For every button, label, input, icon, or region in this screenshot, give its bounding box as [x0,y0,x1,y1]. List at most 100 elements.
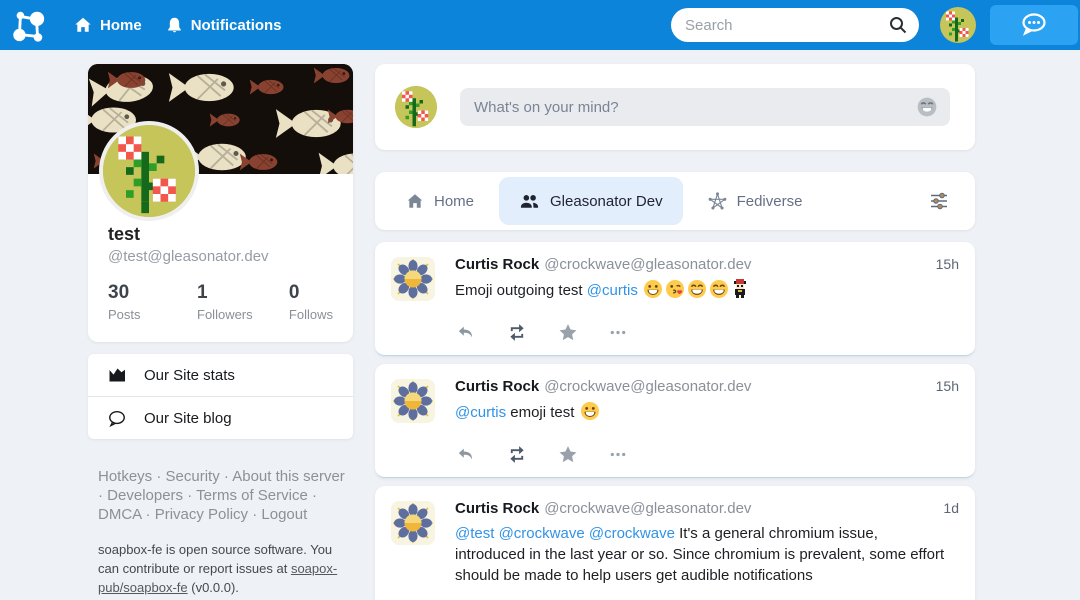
nav-home-label: Home [100,17,142,34]
profile-card: test @test@gleasonator.dev 30Posts1Follo… [88,64,353,342]
left-sidebar: test @test@gleasonator.dev 30Posts1Follo… [88,64,353,597]
stat-value: 0 [289,282,333,304]
footer-link-developers[interactable]: Developers [107,487,183,504]
star-button[interactable] [558,445,578,464]
sidebar-item-our-site-blog[interactable]: Our Site blog [88,397,353,439]
post-author-handle[interactable]: @crockwave@gleasonator.dev [544,378,751,395]
compose-card: What's on your mind? [375,64,975,150]
profile-handle: @test@gleasonator.dev [108,248,333,265]
sidebar-menu: Our Site stats Our Site blog [88,354,353,439]
compose-input[interactable]: What's on your mind? [460,88,950,126]
profile-stat-followers[interactable]: 1 Followers [197,282,289,322]
menu-item-label: Our Site blog [144,410,232,427]
stat-label: Posts [108,307,197,322]
search-icon[interactable] [888,15,908,40]
post-author-handle[interactable]: @crockwave@gleasonator.dev [544,256,751,273]
chat-button[interactable] [990,5,1078,45]
more-button[interactable] [608,445,628,464]
nav-links: Home Notifications [74,16,282,34]
compose-placeholder: What's on your mind? [474,99,916,116]
swirl-fish-avatar[interactable] [391,501,435,545]
mention-link[interactable]: @crockwave [499,525,585,542]
post[interactable]: Curtis Rock @crockwave@gleasonator.dev 15h… [375,364,975,478]
group-icon [519,192,540,210]
post-content: @test @crockwave @crockwave It's a gener… [455,523,959,586]
footer-about: soapbox-fe is open source software. You … [98,540,343,597]
post-author-name[interactable]: Curtis Rock [455,500,539,517]
mention-link[interactable]: @crockwave [589,525,675,542]
post-actions [455,321,959,343]
profile-stat-posts[interactable]: 30Posts [108,282,197,322]
post-timestamp[interactable]: 15h [936,256,959,272]
tab-label: Gleasonator Dev [550,193,663,210]
post-content: @curtis emoji test [455,401,959,427]
chat-bubble-icon [1019,12,1049,39]
composer-avatar[interactable] [395,86,437,128]
navbar-user-avatar[interactable] [940,7,976,43]
footer-link-dmca[interactable]: DMCA [98,506,141,523]
app-root: Home Notifications [0,0,1080,600]
bell-icon [166,16,183,34]
main-column: What's on your mind? Home Gleasonator Dev… [375,64,975,600]
footer-link-logout[interactable]: Logout [261,506,307,523]
beaming-emoji [709,279,729,305]
stat-label: Follows [289,307,333,322]
gleasonator-logo-icon[interactable] [8,5,48,45]
profile-avatar-large[interactable] [99,121,199,221]
sidebar-footer: Hotkeys · Security · About this server ·… [88,467,348,597]
footer-link-privacy-policy[interactable]: Privacy Policy [155,506,248,523]
boost-button[interactable] [506,323,528,342]
post-timestamp[interactable]: 1d [943,500,959,516]
post-header: Curtis Rock @crockwave@gleasonator.dev [455,256,959,274]
tune-sliders-icon[interactable] [929,191,949,211]
reply-button[interactable] [455,323,476,342]
post[interactable]: Curtis Rock @crockwave@gleasonator.dev 1d @… [375,486,975,600]
post-timestamp[interactable]: 15h [936,378,959,394]
nav-notifications[interactable]: Notifications [166,16,282,34]
mention-link[interactable]: @curtis [587,282,638,299]
search-input[interactable] [671,8,919,42]
reply-button[interactable] [455,445,476,464]
post-author-name[interactable]: Curtis Rock [455,378,539,395]
footer-link-hotkeys[interactable]: Hotkeys [98,468,152,485]
footer-version-text: (v0.0.0). [188,580,239,595]
profile-stats: 30Posts1 Followers0 Follows [108,282,333,322]
footer-link-terms-of-service[interactable]: Terms of Service [196,487,308,504]
mention-link[interactable]: @curtis [455,404,506,421]
profile-display-name[interactable]: test [108,224,333,245]
stat-value: 1 [197,282,289,304]
timeline: Curtis Rock @crockwave@gleasonator.dev 15h… [375,242,975,600]
tab-fediverse[interactable]: Fediverse [693,172,818,230]
home-icon [74,16,92,34]
swirl-fish-avatar[interactable] [391,257,435,301]
post-header: Curtis Rock @crockwave@gleasonator.dev [455,378,959,396]
footer-link-security[interactable]: Security [166,468,220,485]
post-author-name[interactable]: Curtis Rock [455,256,539,273]
speech-bubble-icon [107,409,127,428]
sidebar-item-our-site-stats[interactable]: Our Site stats [88,354,353,396]
search-box [671,8,919,42]
more-button[interactable] [608,323,628,342]
star-button[interactable] [558,323,578,342]
home-icon [406,192,424,210]
timeline-tabs: Home Gleasonator Dev Fediverse [375,172,975,230]
stat-label: Followers [197,307,289,322]
footer-link-about-this-server[interactable]: About this server [232,468,345,485]
swirl-fish-avatar[interactable] [391,379,435,423]
profile-stat-follows[interactable]: 0 Follows [289,282,333,322]
post-actions [455,443,959,465]
nav-home[interactable]: Home [74,16,142,34]
nav-notifications-label: Notifications [191,17,282,34]
emoji-picker-button[interactable] [916,96,938,118]
tab-home[interactable]: Home [391,172,489,230]
boost-button[interactable] [506,445,528,464]
mention-link[interactable]: @test [455,525,494,542]
post-content: Emoji outgoing test @curtis [455,279,959,305]
tab-gleasonator-dev[interactable]: Gleasonator Dev [499,177,683,225]
post-author-handle[interactable]: @crockwave@gleasonator.dev [544,500,751,517]
post[interactable]: Curtis Rock @crockwave@gleasonator.dev 15h… [375,242,975,356]
footer-links: Hotkeys · Security · About this server ·… [98,467,348,524]
tab-label: Fediverse [737,193,803,210]
custom-pixel-emoji [731,279,749,305]
kissing-heart-emoji [665,279,685,305]
